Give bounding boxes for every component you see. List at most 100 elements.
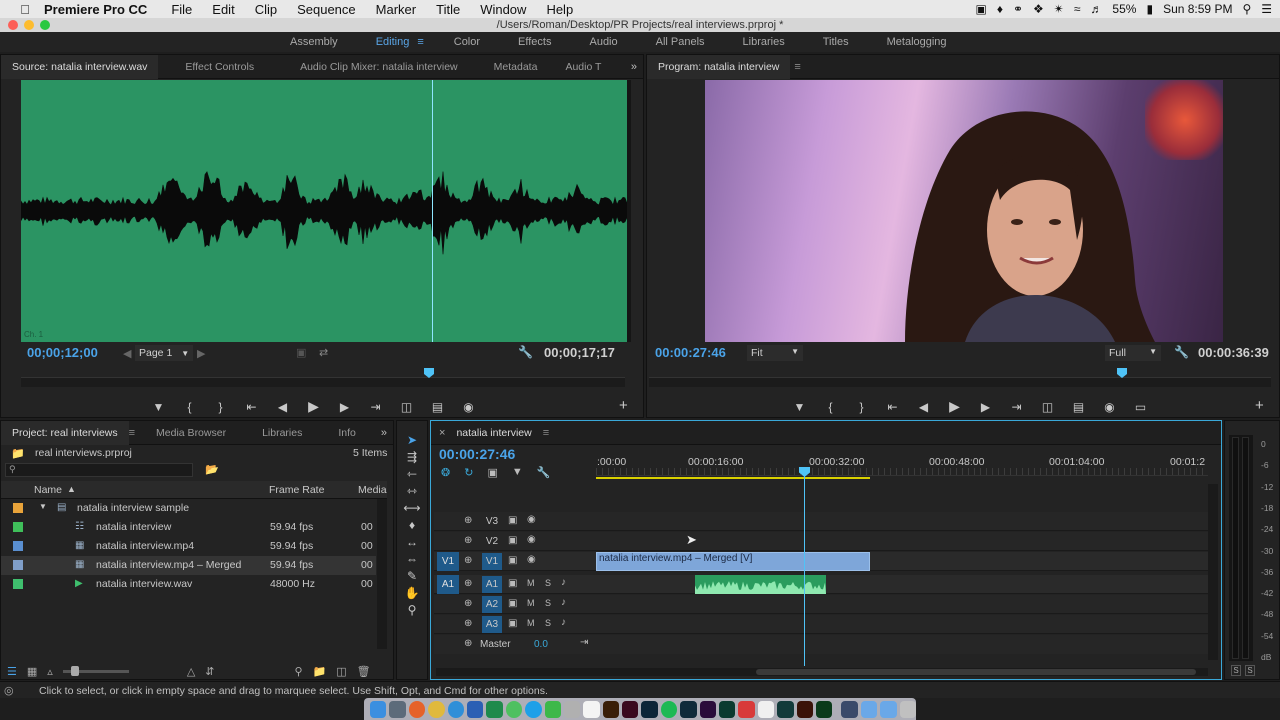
source-patch-a1[interactable]: A1 <box>437 575 459 594</box>
project-search-input[interactable]: ⚲ <box>5 463 193 477</box>
wrench-icon[interactable]: 🔧 <box>518 345 533 359</box>
master-volume-value[interactable]: 0.0 <box>534 639 548 650</box>
program-video-frame[interactable] <box>705 80 1223 342</box>
evernote-icon[interactable]: ♦ <box>997 2 1003 16</box>
hand-tool-icon[interactable]: ✋ <box>405 586 420 600</box>
new-bin-from-search-icon[interactable]: 📂 <box>205 463 219 476</box>
tab-info[interactable]: Info <box>327 421 367 445</box>
lock-icon[interactable]: ⊕ <box>464 535 472 546</box>
track-label-a3[interactable]: A3 <box>482 616 502 633</box>
notification-center-icon[interactable]: ☰ <box>1261 2 1272 16</box>
mute-button[interactable]: M <box>527 598 535 608</box>
step-back-icon[interactable]: ◀ <box>908 400 939 414</box>
premiere-icon[interactable] <box>699 700 717 718</box>
menu-title[interactable]: Title <box>436 2 460 17</box>
source-playhead-line[interactable] <box>432 80 433 342</box>
finder-icon[interactable] <box>370 700 387 718</box>
eye-icon[interactable]: ◉ <box>527 534 536 545</box>
workspace-libraries[interactable]: Libraries <box>743 36 785 48</box>
audio-clip[interactable] <box>695 575 826 594</box>
solo-button[interactable]: S <box>545 598 551 608</box>
app-menu[interactable]: Premiere Pro CC <box>44 2 147 17</box>
workspace-editing[interactable]: Editing <box>376 36 410 48</box>
trash-icon[interactable] <box>899 700 916 718</box>
go-to-end-icon[interactable]: ⇥ <box>580 637 588 648</box>
label-color-swatch[interactable] <box>13 560 23 570</box>
icon-view-icon[interactable]: ▦ <box>27 665 37 678</box>
list-item[interactable]: ▶ natalia interview.wav 48000 Hz 00 <box>1 575 376 594</box>
zoom-window-button[interactable] <box>40 20 50 30</box>
workspace-menu-icon[interactable]: ≡ <box>417 36 423 48</box>
lift-icon[interactable]: ◫ <box>1032 400 1063 414</box>
timeline-playhead-line[interactable] <box>804 470 805 666</box>
automate-sequence-icon[interactable]: ⇵ <box>205 665 214 678</box>
label-color-swatch[interactable] <box>13 522 23 532</box>
tab-timeline[interactable]: natalia interview <box>445 421 542 445</box>
timeline-timecode[interactable]: 00:00:27:46 <box>439 446 515 462</box>
panel-menu-icon[interactable]: ≡ <box>129 427 135 439</box>
add-marker-icon[interactable]: ▼ <box>143 400 174 414</box>
timeline-scroll-thumb[interactable] <box>756 669 1196 675</box>
column-frame-rate[interactable]: Frame Rate <box>269 484 324 496</box>
drag-audio-icon[interactable]: ⇄ <box>319 346 328 359</box>
microphone-icon[interactable]: ♪ <box>561 577 566 588</box>
menu-sequence[interactable]: Sequence <box>297 2 356 17</box>
panel-menu-icon[interactable]: ≡ <box>543 427 549 439</box>
zoom-slider[interactable] <box>62 665 129 676</box>
wrench-icon[interactable]: 🔧 <box>537 466 551 479</box>
menu-edit[interactable]: Edit <box>212 2 234 17</box>
folder-icon[interactable] <box>860 700 878 718</box>
volume-icon[interactable]: ♬ <box>1090 2 1102 16</box>
solo-button[interactable]: S <box>545 578 551 588</box>
list-item[interactable]: ▦ natalia interview.mp4 59.94 fps 00 <box>1 537 376 556</box>
tab-program[interactable]: Program: natalia interview <box>647 54 791 79</box>
minimize-window-button[interactable] <box>24 20 34 30</box>
spotify-icon[interactable] <box>660 700 678 718</box>
add-button-icon[interactable]: + <box>1255 397 1264 414</box>
mute-button[interactable]: M <box>527 578 535 588</box>
add-marker-icon[interactable]: ▣ <box>487 466 497 479</box>
sync-lock-icon[interactable]: ▣ <box>508 555 517 566</box>
razor-tool-icon[interactable]: ♦ <box>409 518 415 532</box>
track-label-v1[interactable]: V1 <box>482 553 502 570</box>
mark-in-icon[interactable]: { <box>815 400 846 414</box>
tab-metadata[interactable]: Metadata <box>483 55 549 79</box>
page-select[interactable]: Page 1 ▼ <box>135 345 194 361</box>
step-back-icon[interactable]: ◀ <box>267 400 298 414</box>
export-frame-icon[interactable]: ◉ <box>1094 400 1125 414</box>
excel-icon[interactable] <box>486 700 503 718</box>
spotlight-icon[interactable]: ⚲ <box>1242 2 1251 16</box>
workspace-all-panels[interactable]: All Panels <box>656 36 705 48</box>
column-media[interactable]: Media <box>358 484 387 496</box>
lock-icon[interactable]: ⊕ <box>464 618 472 629</box>
lock-icon[interactable]: ⊕ <box>464 555 472 566</box>
project-scrollbar[interactable] <box>377 499 387 649</box>
marker-icon[interactable]: ▼ <box>512 466 523 479</box>
menu-file[interactable]: File <box>171 2 192 17</box>
compare-view-icon[interactable]: ▭ <box>1125 400 1156 414</box>
list-item[interactable]: ▦ natalia interview.mp4 – Merged 59.94 fps… <box>1 556 376 575</box>
new-bin-icon[interactable]: 📁 <box>313 665 327 678</box>
tab-audio-clip-mixer[interactable]: Audio Clip Mixer: natalia interview <box>289 55 469 79</box>
chrome-icon[interactable] <box>428 700 445 718</box>
list-view-icon[interactable]: ☰ <box>7 665 17 678</box>
bluetooth-icon[interactable]: ✴ <box>1054 2 1064 16</box>
photoshop-icon[interactable] <box>641 700 658 718</box>
menu-marker[interactable]: Marker <box>376 2 416 17</box>
video-clip[interactable]: natalia interview.mp4 – Merged [V] <box>596 552 870 571</box>
solo-right-button[interactable]: S <box>1245 665 1255 676</box>
sort-icons-icon[interactable]: △ <box>187 665 195 678</box>
source-patch-v1[interactable]: V1 <box>437 552 459 571</box>
find-icon[interactable]: ⚲ <box>295 665 303 678</box>
messages-icon[interactable] <box>505 700 523 718</box>
drag-video-icon[interactable]: ▣ <box>296 346 306 359</box>
workspace-metalogging[interactable]: Metalogging <box>887 36 947 48</box>
step-forward-icon[interactable]: ▶ <box>970 400 1001 414</box>
freeform-view-icon[interactable]: ▵ <box>47 665 53 678</box>
label-color-swatch[interactable] <box>13 579 23 589</box>
source-scrollbar[interactable] <box>627 80 631 342</box>
pen-tool-icon[interactable]: ✎ <box>407 569 417 583</box>
rolling-edit-tool-icon[interactable]: ⇿ <box>407 484 417 498</box>
sync-lock-icon[interactable]: ▣ <box>508 598 517 609</box>
mark-out-icon[interactable]: } <box>205 400 236 414</box>
